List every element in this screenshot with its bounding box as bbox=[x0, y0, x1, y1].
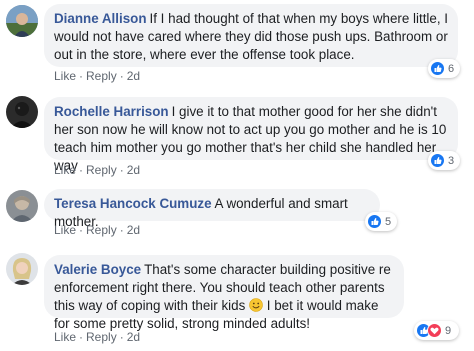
reaction-count: 6 bbox=[448, 62, 455, 75]
like-icon bbox=[367, 214, 382, 229]
like-link[interactable]: Like bbox=[54, 69, 76, 83]
separator: · bbox=[79, 223, 84, 237]
reaction-count: 9 bbox=[445, 324, 452, 337]
avatar[interactable] bbox=[6, 253, 38, 285]
reaction-summary[interactable]: 5 bbox=[365, 212, 397, 231]
reply-link[interactable]: Reply bbox=[86, 223, 117, 237]
reply-link[interactable]: Reply bbox=[86, 163, 117, 177]
like-icon bbox=[430, 153, 445, 168]
avatar[interactable] bbox=[6, 96, 38, 128]
separator: · bbox=[79, 69, 84, 83]
timestamp[interactable]: 2d bbox=[127, 163, 140, 177]
comment-bubble: Dianne Allison If I had thought of that w… bbox=[44, 4, 458, 67]
reaction-count: 5 bbox=[385, 215, 392, 228]
timestamp[interactable]: 2d bbox=[127, 223, 140, 237]
separator: · bbox=[119, 223, 124, 237]
reaction-summary[interactable]: 3 bbox=[428, 151, 460, 170]
like-icon bbox=[430, 61, 445, 76]
reaction-summary[interactable]: 9 bbox=[414, 321, 459, 340]
comment-bubble: Valerie Boyce That's some character build… bbox=[44, 255, 404, 331]
avatar[interactable] bbox=[6, 5, 38, 37]
comment-bubble: Rochelle Harrison I give it to that mothe… bbox=[44, 97, 458, 173]
reaction-summary[interactable]: 6 bbox=[428, 59, 460, 78]
separator: · bbox=[79, 163, 84, 177]
separator: · bbox=[119, 69, 124, 83]
comment-actions: Like · Reply · 2d bbox=[54, 69, 140, 83]
love-icon bbox=[427, 323, 442, 338]
reaction-count: 3 bbox=[448, 154, 455, 167]
comment-bubble: Teresa Hancock Cumuze A wonderful and sma… bbox=[44, 189, 380, 229]
separator: · bbox=[79, 330, 84, 344]
timestamp[interactable]: 2d bbox=[127, 69, 140, 83]
reply-link[interactable]: Reply bbox=[86, 330, 117, 344]
like-link[interactable]: Like bbox=[54, 223, 76, 237]
like-link[interactable]: Like bbox=[54, 330, 76, 344]
like-link[interactable]: Like bbox=[54, 163, 76, 177]
comment-author[interactable]: Teresa Hancock Cumuze bbox=[54, 196, 212, 211]
comment-author[interactable]: Rochelle Harrison bbox=[54, 104, 169, 119]
comment-actions: Like · Reply · 2d bbox=[54, 163, 140, 177]
comment-actions: Like · Reply · 2d bbox=[54, 330, 140, 344]
timestamp[interactable]: 2d bbox=[127, 330, 140, 344]
separator: · bbox=[119, 163, 124, 177]
avatar[interactable] bbox=[6, 190, 38, 222]
separator: · bbox=[119, 330, 124, 344]
smiley-emoji-icon bbox=[249, 298, 263, 312]
comment-author[interactable]: Valerie Boyce bbox=[54, 262, 141, 277]
comment-author[interactable]: Dianne Allison bbox=[54, 11, 147, 26]
comment-actions: Like · Reply · 2d bbox=[54, 223, 140, 237]
reply-link[interactable]: Reply bbox=[86, 69, 117, 83]
